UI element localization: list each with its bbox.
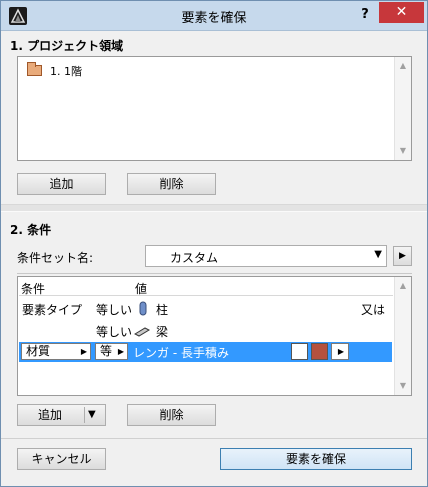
- row-value: 梁: [156, 325, 169, 339]
- list-item[interactable]: 1. 1階: [18, 61, 388, 79]
- add-criteria-button[interactable]: 追加 ▼: [17, 404, 106, 426]
- cancel-button[interactable]: キャンセル: [17, 448, 106, 470]
- confirm-button[interactable]: 要素を確保: [220, 448, 412, 470]
- scroll-up-icon[interactable]: ▲: [395, 58, 411, 74]
- dialog-window: 要素を確保 ? ✕ 1. プロジェクト領域 1. 1階 ▲ ▼ 追加 削除 2.…: [0, 0, 428, 487]
- condition-field-button[interactable]: 材質 ▶: [21, 343, 91, 360]
- column-icon: [139, 301, 147, 319]
- material-menu-button[interactable]: ▶: [331, 343, 349, 360]
- table-row[interactable]: 等しい 梁: [19, 320, 392, 341]
- criteria-set-dropdown[interactable]: カスタム ▼: [145, 245, 387, 267]
- scroll-down-icon[interactable]: ▼: [395, 378, 411, 394]
- header-divider: [19, 295, 393, 296]
- scrollbar[interactable]: ▲ ▼: [394, 277, 411, 395]
- table-row-selected[interactable]: 材質 ▶ 等 ▶ レンガ - 長手積み ▶: [19, 342, 392, 362]
- row-conjunction: 又は: [361, 303, 386, 317]
- row-condition: 要素タイプ: [22, 303, 83, 317]
- criteria-set-value: カスタム: [170, 251, 219, 265]
- criteria-set-menu-button[interactable]: ▶: [393, 246, 412, 266]
- delete-criteria-button[interactable]: 削除: [127, 404, 216, 426]
- list-item-label: 1. 1階: [50, 65, 82, 78]
- scroll-up-icon[interactable]: ▲: [395, 278, 411, 294]
- scroll-down-icon[interactable]: ▼: [395, 143, 411, 159]
- project-area-section: 1. プロジェクト領域 1. 1階 ▲ ▼ 追加 削除: [1, 32, 427, 204]
- surface-swatch-white[interactable]: [291, 343, 308, 360]
- project-area-heading: 1. プロジェクト領域: [10, 39, 124, 53]
- row-operator: 等: [100, 344, 113, 358]
- chevron-right-icon: ▶: [337, 347, 344, 356]
- criteria-set-label: 条件セット名:: [17, 251, 94, 265]
- chevron-down-icon[interactable]: ▼: [88, 405, 96, 425]
- title-bar[interactable]: 要素を確保 ? ✕: [1, 1, 427, 31]
- criteria-table[interactable]: 条件 値 要素タイプ 等しい 柱 又は 等しい 梁 材質 ▶ 等 ▶ レンガ -…: [17, 276, 412, 396]
- criteria-heading: 2. 条件: [10, 223, 52, 237]
- chevron-down-icon: ▼: [374, 249, 382, 260]
- add-criteria-label: 追加: [38, 408, 63, 422]
- project-area-list[interactable]: 1. 1階 ▲ ▼: [17, 56, 412, 161]
- row-value: 柱: [156, 303, 169, 317]
- beam-icon: [133, 326, 151, 340]
- table-row[interactable]: 要素タイプ 等しい 柱 又は: [19, 298, 392, 319]
- row-operator: 等しい: [96, 303, 133, 317]
- scrollbar[interactable]: ▲ ▼: [394, 57, 411, 160]
- add-area-button[interactable]: 追加: [17, 173, 106, 195]
- delete-area-button[interactable]: 削除: [127, 173, 216, 195]
- row-condition: 材質: [26, 344, 51, 358]
- folder-icon: [27, 62, 42, 76]
- split-separator: [84, 407, 85, 423]
- close-button[interactable]: ✕: [379, 2, 424, 23]
- criteria-section: 2. 条件 条件セット名: カスタム ▼ ▶ 条件 値 要素タイプ 等しい 柱 …: [1, 212, 427, 430]
- section-divider: [1, 204, 427, 212]
- row-value: レンガ - 長手積み: [133, 346, 229, 360]
- operator-field-button[interactable]: 等 ▶: [95, 343, 128, 360]
- separator: [17, 273, 412, 274]
- footer-divider: [1, 438, 427, 439]
- row-operator: 等しい: [96, 325, 133, 339]
- chevron-right-icon: ▶: [117, 347, 124, 356]
- surface-swatch-brick[interactable]: [311, 343, 328, 360]
- chevron-right-icon: ▶: [80, 347, 87, 356]
- help-button[interactable]: ?: [355, 4, 375, 26]
